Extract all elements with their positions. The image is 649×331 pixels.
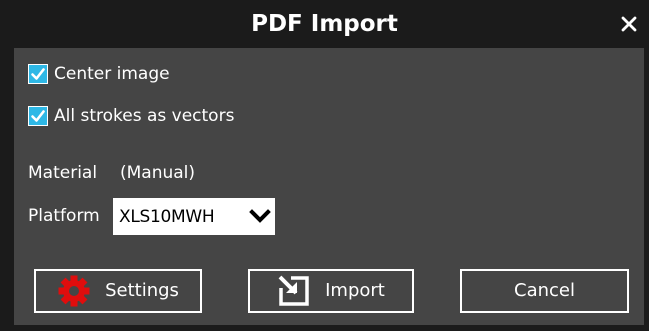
close-icon	[621, 16, 637, 32]
title-bar: PDF Import	[0, 0, 649, 48]
checkmark-icon	[31, 68, 45, 80]
import-icon	[278, 275, 309, 306]
cancel-button-label: Cancel	[514, 280, 575, 301]
center-image-label: Center image	[54, 64, 170, 84]
dialog-title: PDF Import	[251, 11, 398, 37]
material-label: Material	[28, 163, 98, 183]
all-strokes-option[interactable]: All strokes as vectors	[28, 105, 234, 127]
pdf-import-dialog: PDF Import Center image All strokes as v…	[0, 0, 649, 331]
import-button[interactable]: Import	[248, 269, 414, 313]
cancel-button[interactable]: Cancel	[460, 269, 629, 313]
settings-button-label: Settings	[105, 280, 179, 301]
center-image-option[interactable]: Center image	[28, 63, 170, 85]
platform-selected-value: XLS10MWH	[119, 206, 215, 227]
close-button[interactable]	[617, 12, 641, 36]
settings-button[interactable]: Settings	[34, 269, 202, 313]
options-panel: Center image All strokes as vectors Mate…	[14, 48, 644, 325]
import-button-label: Import	[325, 280, 385, 301]
all-strokes-label: All strokes as vectors	[54, 106, 235, 126]
checkmark-icon	[31, 110, 45, 122]
gear-icon	[58, 275, 90, 307]
platform-label: Platform	[28, 206, 100, 226]
chevron-down-icon	[249, 209, 271, 223]
platform-select[interactable]: XLS10MWH	[113, 198, 275, 235]
all-strokes-checkbox[interactable]	[28, 106, 48, 126]
material-mode: (Manual)	[120, 163, 196, 183]
center-image-checkbox[interactable]	[28, 64, 48, 84]
